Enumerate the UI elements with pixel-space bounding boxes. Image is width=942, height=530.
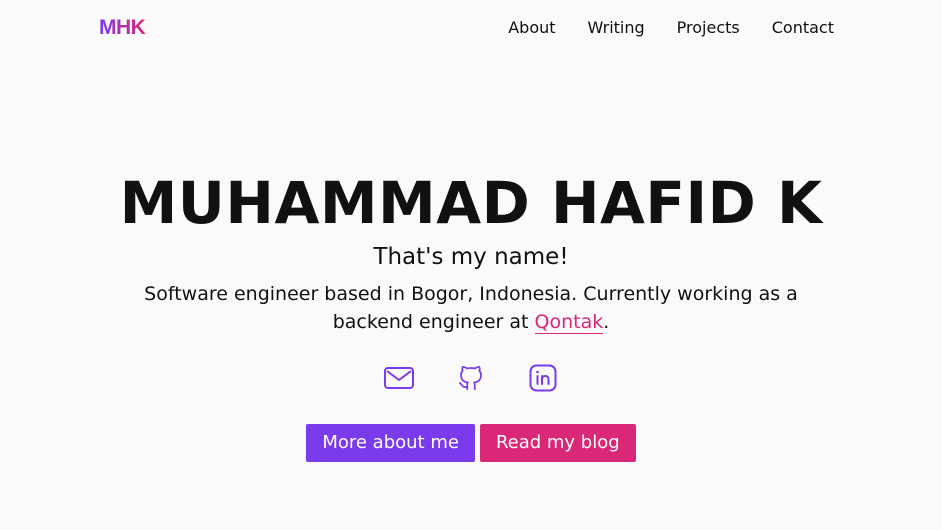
hero-section: MUHAMMAD HAFID K That's my name! Softwar… [0, 168, 942, 462]
hero-name: MUHAMMAD HAFID K [119, 169, 823, 237]
nav-link-writing[interactable]: Writing [588, 18, 645, 38]
bio-period: . [603, 311, 610, 333]
bio-text: Software engineer based in Bogor, Indone… [144, 283, 798, 333]
site-logo[interactable]: MHK [99, 16, 146, 40]
nav-link-about[interactable]: About [508, 18, 555, 38]
mail-icon[interactable] [383, 362, 415, 394]
read-blog-button[interactable]: Read my blog [479, 424, 636, 462]
employer-link[interactable]: Qontak [534, 311, 604, 334]
site-header: MHK About Writing Projects Contact [0, 0, 942, 56]
nav-link-projects[interactable]: Projects [677, 18, 740, 38]
cta-buttons: More about me Read my blog [0, 424, 942, 462]
social-links [0, 362, 942, 394]
github-icon[interactable] [455, 362, 487, 394]
hero-bio: Software engineer based in Bogor, Indone… [111, 280, 831, 336]
nav-link-contact[interactable]: Contact [772, 18, 834, 38]
hero-tagline: That's my name! [373, 244, 569, 270]
main-nav: About Writing Projects Contact [508, 18, 834, 38]
linkedin-icon[interactable] [527, 362, 559, 394]
more-about-me-button[interactable]: More about me [306, 424, 475, 462]
